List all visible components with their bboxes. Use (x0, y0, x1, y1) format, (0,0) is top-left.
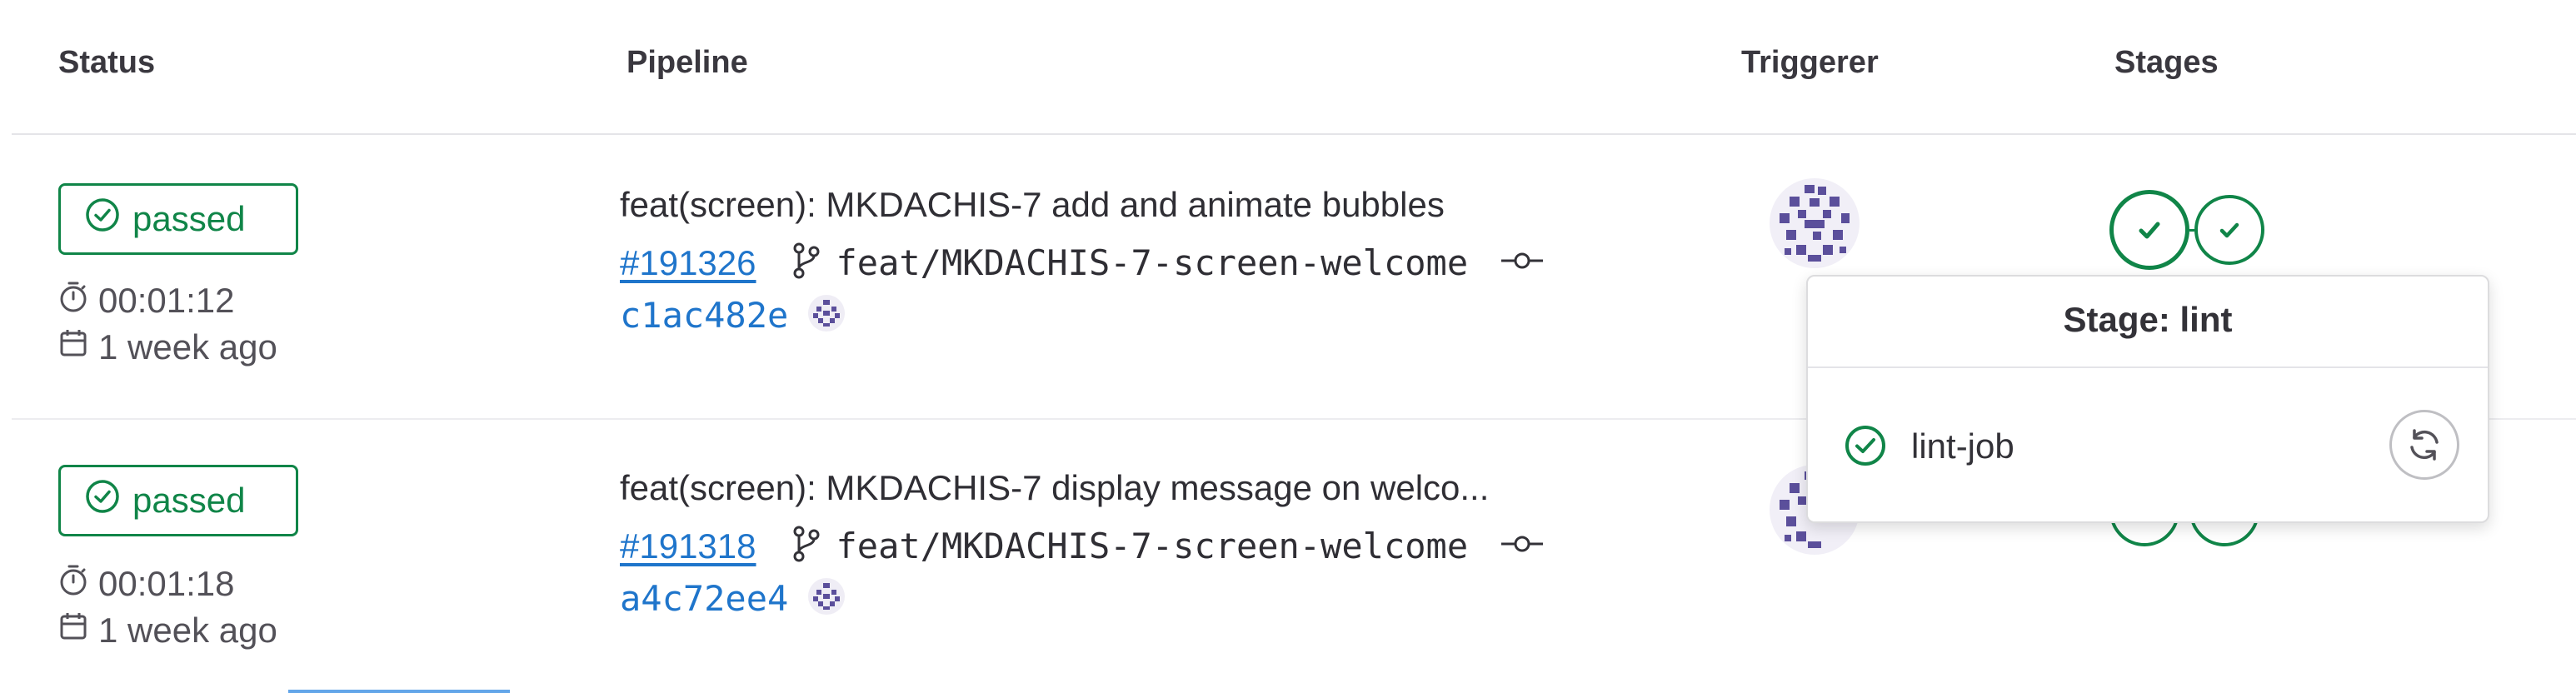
check-icon (2139, 222, 2160, 239)
duration: 00:01:12 (58, 280, 235, 322)
branch-icon (791, 242, 821, 284)
header-divider (12, 133, 2576, 135)
commit-icon (1500, 251, 1545, 275)
stage-lint-button[interactable] (2109, 190, 2189, 270)
duration-text: 00:01:18 (98, 564, 235, 603)
retry-icon (2410, 429, 2439, 461)
check-circle-icon (84, 478, 121, 523)
branch-icon (791, 525, 821, 567)
branch-name[interactable]: feat/MKDACHIS-7-screen-welcome (836, 526, 1469, 566)
branch-name[interactable]: feat/MKDACHIS-7-screen-welcome (836, 242, 1469, 283)
avatar-small[interactable] (806, 293, 846, 337)
status-badge[interactable]: passed (58, 465, 298, 536)
status-label: passed (132, 199, 246, 238)
pipeline-ref-line: #191326 feat/MKDACHIS-7-screen-welcome (620, 242, 1545, 284)
status-badge[interactable]: passed (58, 183, 298, 255)
stage-test-button[interactable] (2194, 195, 2264, 265)
retry-button[interactable] (2389, 410, 2459, 480)
calendar-icon (58, 610, 88, 651)
commit-icon (1500, 534, 1545, 558)
finished-text: 1 week ago (98, 611, 277, 650)
pipeline-stages (2109, 190, 2264, 270)
finished-text: 1 week ago (98, 327, 277, 366)
header-triggerer: Triggerer (1741, 45, 1879, 80)
commit-sha-link[interactable]: c1ac482e (620, 295, 788, 336)
commit-title[interactable]: feat(screen): MKDACHIS-7 display message… (620, 468, 1489, 508)
timer-icon (58, 563, 88, 605)
header-pipeline: Pipeline (627, 45, 748, 80)
commit-title[interactable]: feat(screen): MKDACHIS-7 add and animate… (620, 185, 1445, 225)
finished-at: 1 week ago (58, 327, 277, 368)
check-circle-icon (84, 197, 121, 242)
stage-popover: Stage: lint lint-job (1806, 275, 2489, 523)
finished-at: 1 week ago (58, 610, 277, 651)
avatar-identicon[interactable] (1768, 177, 1861, 274)
duration-text: 00:01:12 (98, 281, 235, 320)
status-label: passed (132, 481, 246, 520)
header-stages: Stages (2114, 45, 2219, 80)
commit-sha-line: a4c72ee4 (620, 576, 846, 621)
avatar-small[interactable] (806, 576, 846, 621)
header-status: Status (58, 45, 156, 80)
pipeline-ref-line: #191318 feat/MKDACHIS-7-screen-welcome (620, 525, 1545, 567)
commit-sha-link[interactable]: a4c72ee4 (620, 578, 788, 619)
popover-title: Stage: lint (2063, 300, 2233, 339)
check-icon (2219, 222, 2239, 238)
pipeline-id-link[interactable]: #191318 (620, 526, 756, 566)
popover-divider (1808, 366, 2488, 368)
timer-icon (58, 280, 88, 322)
check-circle-icon (1843, 423, 1888, 472)
duration: 00:01:18 (58, 563, 235, 605)
bottom-indicator (288, 690, 510, 693)
calendar-icon (58, 327, 88, 368)
commit-sha-line: c1ac482e (620, 293, 846, 337)
job-link[interactable]: lint-job (1911, 426, 2014, 466)
pipeline-id-link[interactable]: #191326 (620, 243, 756, 283)
